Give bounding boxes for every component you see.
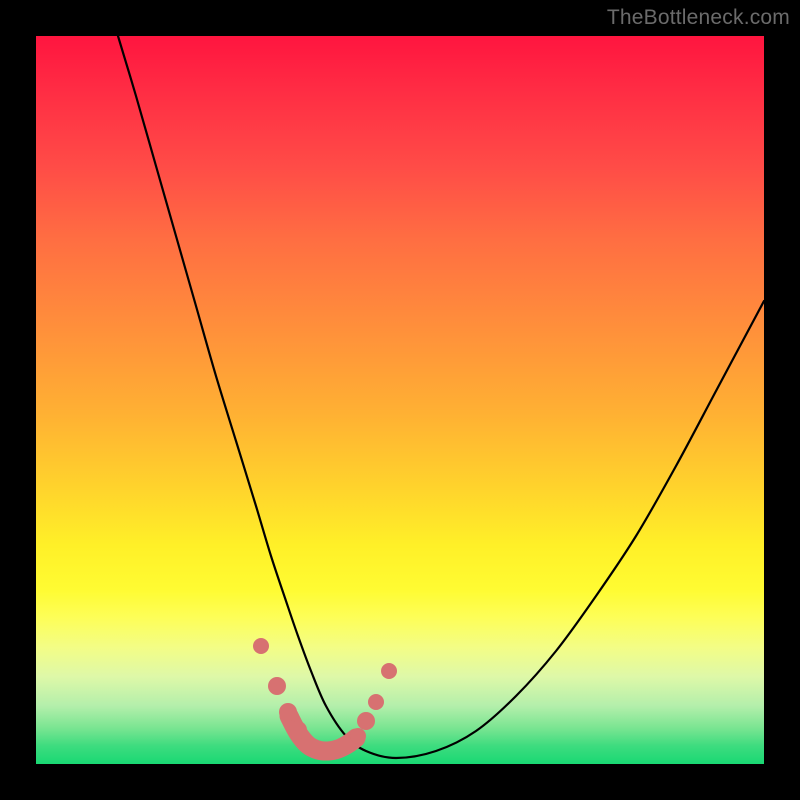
- marker-dot: [381, 663, 397, 679]
- marker-dot: [357, 712, 375, 730]
- chart-svg: [36, 36, 764, 764]
- marker-dot: [268, 677, 286, 695]
- watermark-text: TheBottleneck.com: [607, 6, 790, 30]
- marker-dot: [289, 721, 307, 739]
- marker-dot: [350, 728, 366, 744]
- marker-dot: [368, 694, 384, 710]
- bottleneck-curve: [118, 36, 764, 758]
- plot-area: [36, 36, 764, 764]
- marker-dots: [253, 638, 397, 744]
- marker-dot: [279, 703, 297, 721]
- marker-dot: [253, 638, 269, 654]
- chart-stage: TheBottleneck.com: [0, 0, 800, 800]
